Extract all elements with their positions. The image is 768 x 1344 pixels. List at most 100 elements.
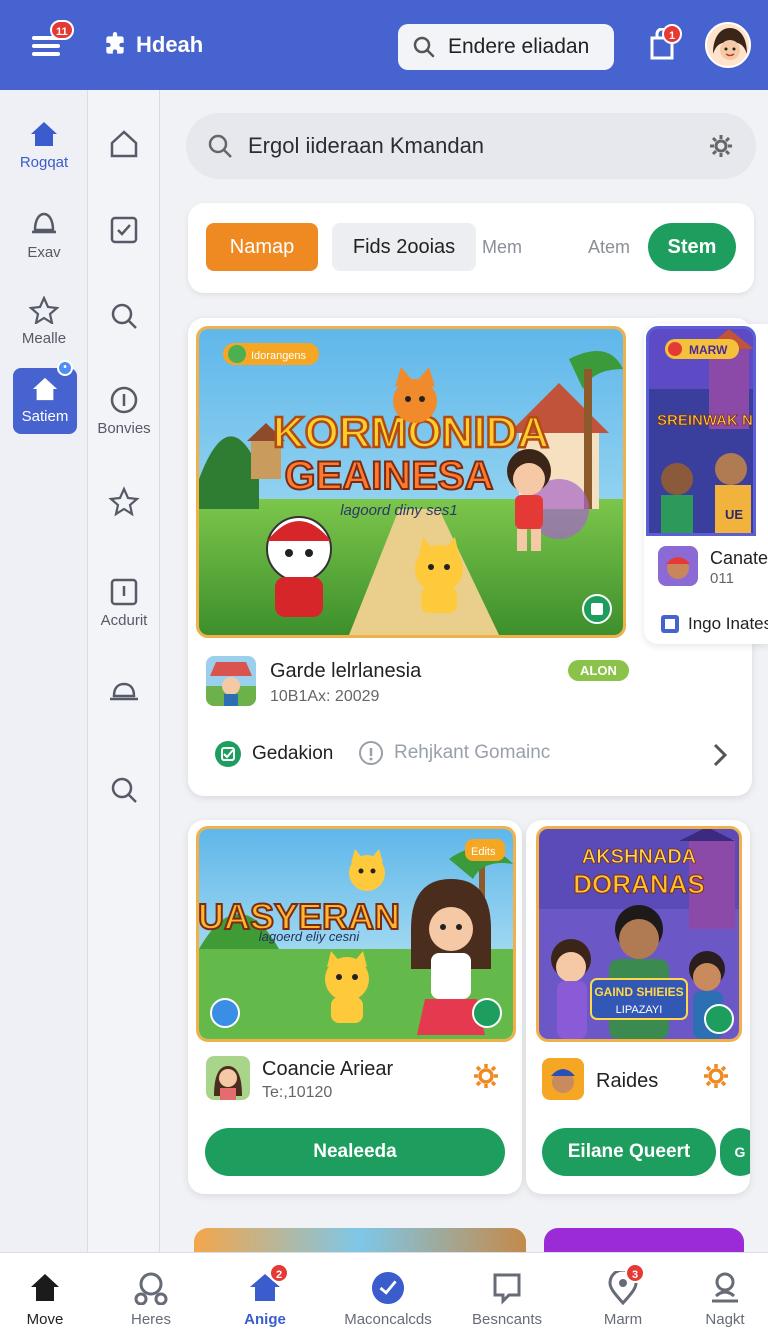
card-b-title[interactable]: Raides bbox=[596, 1070, 658, 1093]
card-a-banner[interactable]: Edits UASYERAN lagoerd eliy cesni bbox=[196, 826, 516, 1042]
featured-banner-image: KORMONIDA GEAINESA lagoord diny ses1 Ido… bbox=[199, 329, 623, 635]
cat-character bbox=[349, 849, 385, 891]
rail-item-exav[interactable]: Exav bbox=[0, 210, 88, 261]
rail2-item-bonvies[interactable]: Bonvies bbox=[88, 384, 160, 437]
main-search-input[interactable]: Ergol iideraan Kmandan bbox=[186, 113, 756, 179]
gear-icon[interactable] bbox=[472, 1062, 500, 1090]
brand-label: Hdeah bbox=[136, 32, 204, 57]
secondary-rail: Bonvies Acdurit bbox=[88, 90, 160, 1252]
people-icon bbox=[134, 1272, 168, 1305]
featured-banner[interactable]: KORMONIDA GEAINESA lagoord diny ses1 Ido… bbox=[196, 326, 626, 638]
nav-badge: 2 bbox=[269, 1263, 289, 1283]
game-card-a[interactable]: Edits UASYERAN lagoerd eliy cesni Coanci… bbox=[188, 820, 522, 1194]
status-badge: ALON bbox=[568, 660, 629, 681]
rail2-label: Acdurit bbox=[100, 612, 148, 629]
game-card-b[interactable]: AKSHNADA DORANAS GAIND SHIEIES LIPAZAYI … bbox=[526, 820, 750, 1194]
rail2-item-acdurit[interactable]: Acdurit bbox=[88, 576, 160, 629]
rail2-item-home[interactable] bbox=[88, 128, 160, 164]
nav-maconcalcds[interactable]: Maconcalcds bbox=[332, 1271, 444, 1328]
card-a-banner-subtitle: lagoerd eliy cesni bbox=[259, 929, 361, 944]
card-b-action-button[interactable]: Eilane Queert bbox=[542, 1128, 716, 1176]
top-search-text: Endere eliadan bbox=[448, 35, 590, 58]
action-label: Gedakion bbox=[252, 743, 334, 764]
rail2-item-bell[interactable] bbox=[88, 676, 160, 710]
chip-stem[interactable]: Stem bbox=[648, 223, 736, 271]
side-card-title[interactable]: Canate bbox=[710, 548, 768, 569]
star-icon bbox=[108, 486, 140, 517]
chat-icon bbox=[493, 1273, 521, 1305]
search-icon bbox=[111, 777, 137, 803]
notifications-button[interactable]: 1 bbox=[648, 24, 682, 67]
rehjkant-action[interactable]: Rehjkant Gomainc bbox=[358, 740, 550, 766]
app-bar: 11 Hdeah Endere eliadan 1 bbox=[0, 0, 768, 90]
featured-subtitle: 10B1Ax: 20029 bbox=[270, 688, 380, 705]
search-icon bbox=[208, 134, 232, 158]
search-icon bbox=[111, 303, 137, 329]
gear-icon[interactable] bbox=[708, 133, 734, 159]
person-icon bbox=[712, 1272, 738, 1303]
side-game-card[interactable]: MARW SREINWAK NENS! UE Canate 011 Ingo I… bbox=[644, 324, 768, 644]
nav-besncants[interactable]: Besncants bbox=[452, 1271, 562, 1328]
game-icon bbox=[206, 656, 256, 706]
brand[interactable]: Hdeah bbox=[102, 32, 203, 58]
avatar[interactable] bbox=[705, 22, 751, 68]
side-banner[interactable]: MARW SREINWAK NENS! UE bbox=[646, 326, 756, 536]
card-a-action-button[interactable]: Nealeeda bbox=[205, 1128, 505, 1176]
chip-fids[interactable]: Fids 2ooias bbox=[332, 223, 476, 271]
yellow-cat-character bbox=[415, 537, 463, 613]
chip-namap[interactable]: Namap bbox=[206, 223, 318, 271]
nav-marm[interactable]: 3 Marm bbox=[568, 1263, 678, 1328]
bell-icon bbox=[110, 682, 138, 701]
banner-title-2: GEAINESA bbox=[285, 454, 494, 498]
featured-title[interactable]: Garde lelrlanesia bbox=[270, 660, 421, 683]
banner-subtitle: lagoord diny ses1 bbox=[340, 502, 458, 519]
next-card-peek bbox=[194, 1228, 526, 1252]
card-a-title[interactable]: Coancie Ariear bbox=[262, 1058, 393, 1081]
rail2-item-search[interactable] bbox=[88, 300, 160, 336]
side-tag: MARW bbox=[689, 343, 728, 357]
rail2-item-star[interactable] bbox=[88, 486, 160, 522]
home-icon bbox=[31, 122, 57, 146]
chip-mem[interactable]: Mem bbox=[480, 223, 524, 271]
nav-heres[interactable]: Heres bbox=[96, 1271, 206, 1328]
nav-label: Move bbox=[26, 1311, 64, 1328]
ninja-cat-character bbox=[266, 516, 332, 617]
side-card-footer[interactable]: Ingo Inates bbox=[660, 614, 768, 634]
rail2-item-checkbox[interactable] bbox=[88, 214, 160, 250]
rail-item-rogqat[interactable]: Rogqat bbox=[0, 120, 88, 171]
side-banner-title: SREINWAK NENS! bbox=[657, 412, 755, 429]
rail-label: Satiem bbox=[21, 408, 69, 425]
check-circle-icon bbox=[371, 1271, 405, 1305]
chip-atem[interactable]: Atem bbox=[584, 223, 634, 271]
card-b-banner[interactable]: AKSHNADA DORANAS GAIND SHIEIES LIPAZAYI bbox=[536, 826, 742, 1042]
card-b-banner-line2: DORANAS bbox=[573, 869, 704, 899]
card-a-banner-image: Edits UASYERAN lagoerd eliy cesni bbox=[199, 829, 513, 1039]
card-b-edge-button[interactable]: G bbox=[720, 1128, 750, 1176]
rail-dot-badge: • bbox=[57, 360, 73, 376]
info-icon bbox=[110, 386, 138, 414]
nav-label: Anige bbox=[244, 1311, 286, 1328]
rail-item-satiem[interactable]: Satiem • bbox=[13, 360, 77, 434]
nav-nagkt[interactable]: Nagkt bbox=[670, 1271, 768, 1328]
notif-badge: 1 bbox=[662, 24, 682, 44]
side-game-icon bbox=[658, 546, 698, 586]
rail-label: Exav bbox=[27, 244, 61, 261]
nav-move[interactable]: Move bbox=[0, 1271, 100, 1328]
rail-item-mealle[interactable]: Mealle bbox=[0, 296, 88, 347]
main-search-text: Ergol iideraan Kmandan bbox=[248, 133, 485, 158]
chevron-right-icon[interactable] bbox=[712, 742, 728, 768]
gedakion-action[interactable]: Gedakion bbox=[214, 740, 333, 768]
card-b-thumbnail bbox=[542, 1058, 584, 1100]
nav-anige[interactable]: 2 Anige bbox=[210, 1263, 320, 1328]
user-avatar-image bbox=[707, 24, 749, 66]
primary-rail: Rogqat Exav Mealle Satiem • bbox=[0, 90, 88, 1252]
top-search-field[interactable]: Endere eliadan bbox=[398, 24, 614, 70]
menu-icon[interactable]: 11 bbox=[28, 20, 74, 60]
nav-label: Marm bbox=[603, 1311, 643, 1328]
card-b-banner-image: AKSHNADA DORANAS GAIND SHIEIES LIPAZAYI bbox=[539, 829, 739, 1039]
home-icon bbox=[110, 130, 138, 158]
gear-icon[interactable] bbox=[702, 1062, 730, 1090]
featured-tag: Idorangens bbox=[251, 350, 307, 362]
bottom-navigation: Move Heres 2 Anige Maconcalcds Besncants… bbox=[0, 1252, 768, 1344]
rail2-item-search-2[interactable] bbox=[88, 774, 160, 810]
